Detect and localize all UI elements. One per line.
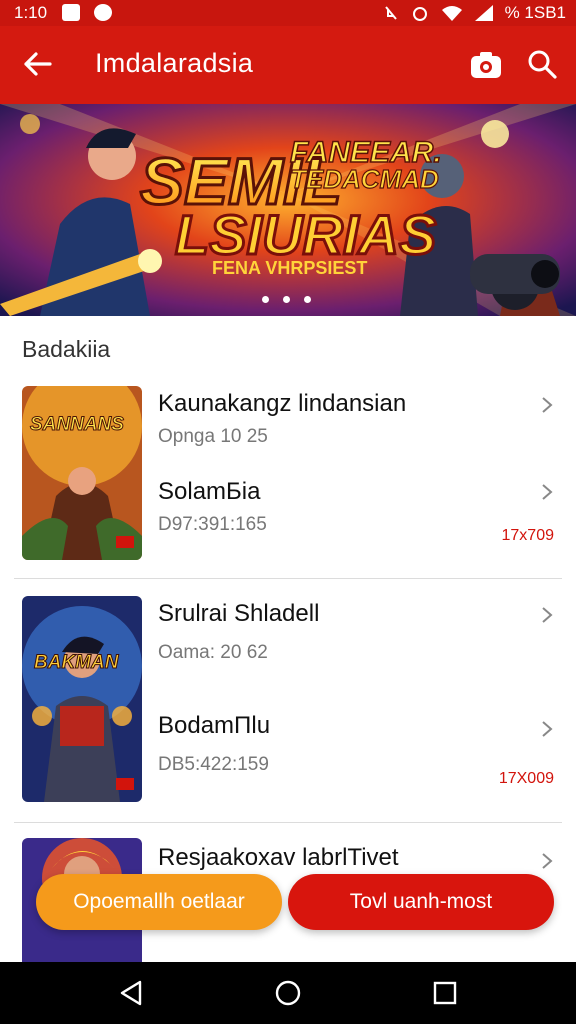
item-title: Resjaakoxav labrlTivet — [158, 844, 399, 871]
item-title: Kaunakangz lindansian — [158, 390, 407, 417]
thumbnail-title: SANNANS — [30, 414, 124, 435]
button-label: Opoemallh oetlaar — [73, 890, 245, 913]
section-heading: Badakiia — [22, 336, 111, 362]
chevron-right-icon[interactable] — [541, 606, 553, 624]
app-bar: Imdalaradsia — [0, 26, 576, 104]
camera-icon[interactable] — [470, 50, 502, 80]
home-circle-icon[interactable] — [274, 979, 302, 1007]
item-secondary-title: SolamБia — [158, 478, 261, 505]
item-secondary-subtitle: DB5:422:159 — [158, 754, 269, 775]
alarm-icon — [412, 7, 427, 21]
chevron-right-icon[interactable] — [541, 396, 553, 414]
game-thumbnail[interactable]: BAKMAN — [22, 596, 142, 802]
divider — [14, 578, 562, 579]
item-badge: 17x709 — [501, 527, 555, 544]
recents-square-icon[interactable] — [432, 979, 458, 1007]
thumbnail-title: BAKMAN — [34, 652, 120, 673]
item-secondary-subtitle: D97:391:165 — [158, 514, 267, 535]
banner-pager-dots[interactable] — [262, 296, 311, 303]
item-subtitle: Oama: 20 62 — [158, 642, 268, 663]
wifi-icon — [441, 6, 462, 21]
banner-artwork: SEMIL FANEEAR. TEDACMAD LSIURIAS FENA VH… — [0, 104, 576, 316]
item-subtitle: Opnga 10 25 — [158, 426, 268, 447]
chevron-right-icon[interactable] — [541, 483, 553, 501]
page-title: Imdalaradsia — [95, 48, 254, 78]
primary-red-button[interactable]: Tovl uanh-most — [288, 874, 554, 930]
list-item[interactable]: BAKMAN Srulrai Shladell Oama: 20 62 Boda… — [0, 594, 576, 806]
pager-dot[interactable] — [283, 296, 290, 303]
item-badge: 17X009 — [498, 770, 554, 787]
primary-orange-button[interactable]: Opoemallh oetlaar — [36, 874, 282, 930]
promo-banner[interactable]: SEMIL FANEEAR. TEDACMAD LSIURIAS FENA VH… — [0, 104, 576, 316]
status-bar: 1:10 % 1SB1 — [0, 0, 576, 26]
item-secondary-title: BodamΠlu — [158, 712, 271, 739]
back-arrow-icon[interactable] — [20, 46, 56, 82]
divider — [14, 822, 562, 823]
pager-dot[interactable] — [262, 296, 269, 303]
signal-icon — [474, 5, 493, 21]
banner-title-line3: TEDACMAD — [290, 164, 439, 194]
pager-dot[interactable] — [304, 296, 311, 303]
item-title: Srulrai Shladell — [158, 600, 320, 627]
back-triangle-icon[interactable] — [118, 979, 146, 1007]
status-time: 1:10 — [14, 3, 48, 22]
chevron-right-icon[interactable] — [541, 852, 553, 870]
list-item[interactable]: SANNANS Kaunakangz lindansian Opnga 10 2… — [0, 384, 576, 564]
game-thumbnail[interactable]: SANNANS — [22, 386, 142, 560]
banner-tag: FENA VHRPSIEST — [212, 258, 367, 278]
chevron-right-icon[interactable] — [541, 720, 553, 738]
mute-icon — [384, 6, 397, 20]
banner-title-line4: LSIURIAS — [175, 203, 436, 266]
system-navigation-bar — [0, 962, 576, 1024]
search-icon[interactable] — [526, 48, 558, 80]
chat-icon — [94, 4, 112, 21]
mail-icon — [62, 4, 80, 21]
status-right-text: % 1SB1 — [504, 3, 566, 22]
button-label: Tovl uanh-most — [349, 890, 493, 913]
